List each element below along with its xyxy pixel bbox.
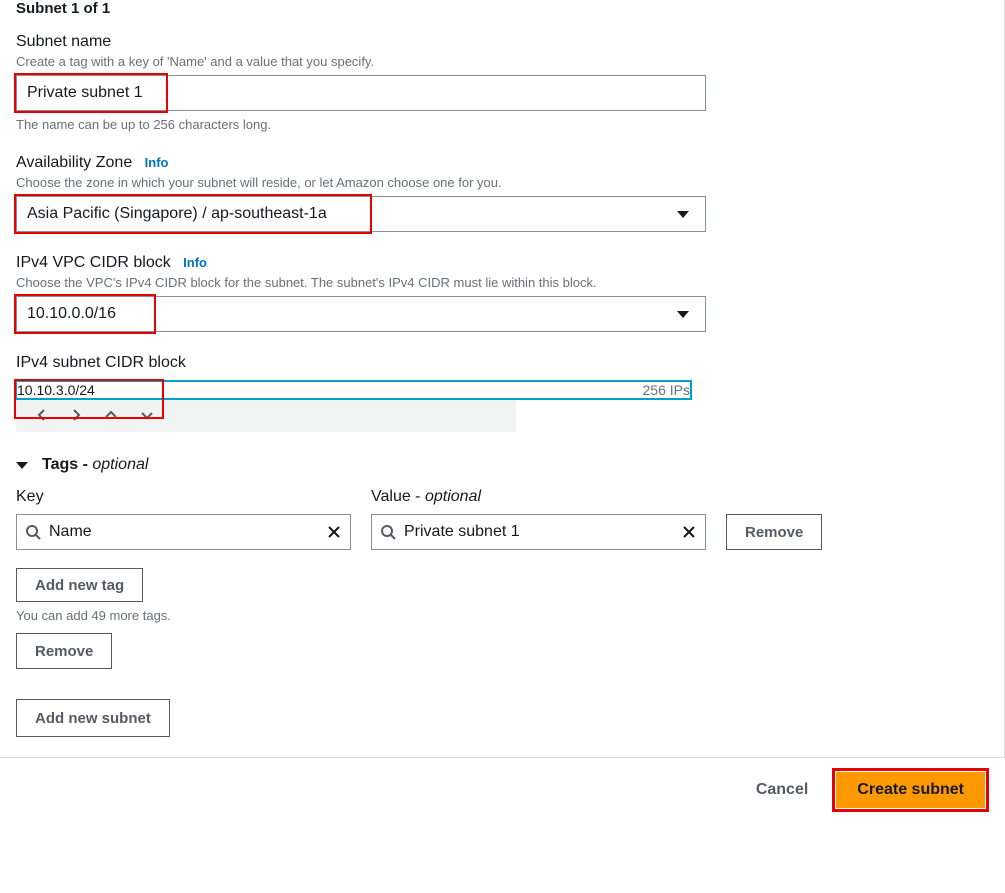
- remove-subnet-button[interactable]: Remove: [16, 633, 112, 669]
- clear-icon[interactable]: [681, 524, 697, 540]
- tag-value-input-wrap[interactable]: [371, 514, 706, 550]
- caret-down-icon: [16, 462, 28, 469]
- subnet-counter-title: Subnet 1 of 1: [16, 0, 984, 17]
- remove-tag-button[interactable]: Remove: [726, 514, 822, 550]
- cidr-stepper-row: [16, 398, 516, 432]
- search-icon: [380, 524, 396, 540]
- tag-limit-text: You can add 49 more tags.: [16, 608, 984, 623]
- vpc-cidr-value: 10.10.0.0/16: [27, 305, 116, 323]
- chevron-down-icon: [677, 311, 689, 318]
- tags-toggle[interactable]: Tags - optional: [16, 456, 984, 474]
- subnet-cidr-ipcount: 256 IPs: [643, 382, 690, 398]
- tags-title: Tags - optional: [42, 456, 148, 474]
- az-info-link[interactable]: Info: [145, 155, 169, 170]
- chevron-left-icon[interactable]: [36, 408, 48, 422]
- vpc-cidr-label: IPv4 VPC CIDR block Info: [16, 254, 984, 272]
- vpc-cidr-select[interactable]: 10.10.0.0/16: [16, 296, 706, 332]
- vpc-cidr-info-link[interactable]: Info: [183, 255, 207, 270]
- tag-value-input[interactable]: [404, 523, 673, 541]
- az-label: Availability Zone Info: [16, 154, 984, 172]
- vpc-cidr-desc: Choose the VPC's IPv4 CIDR block for the…: [16, 275, 984, 290]
- cancel-button[interactable]: Cancel: [742, 775, 822, 805]
- subnet-cidr-value: 10.10.3.0/24: [17, 382, 95, 398]
- footer-bar: Cancel Create subnet: [0, 757, 1005, 822]
- add-new-subnet-button[interactable]: Add new subnet: [16, 699, 170, 737]
- chevron-down-icon[interactable]: [140, 409, 154, 421]
- subnet-cidr-input[interactable]: 10.10.3.0/24 256 IPs: [16, 381, 691, 399]
- az-select-value: Asia Pacific (Singapore) / ap-southeast-…: [27, 205, 327, 223]
- chevron-right-icon[interactable]: [70, 408, 82, 422]
- clear-icon[interactable]: [326, 524, 342, 540]
- az-desc: Choose the zone in which your subnet wil…: [16, 175, 984, 190]
- subnet-name-below: The name can be up to 256 characters lon…: [16, 117, 984, 132]
- chevron-up-icon[interactable]: [104, 409, 118, 421]
- search-icon: [25, 524, 41, 540]
- add-new-tag-button[interactable]: Add new tag: [16, 568, 143, 602]
- subnet-cidr-label: IPv4 subnet CIDR block: [16, 354, 984, 372]
- tag-key-label: Key: [16, 488, 351, 506]
- az-select[interactable]: Asia Pacific (Singapore) / ap-southeast-…: [16, 196, 706, 232]
- tag-key-input[interactable]: [49, 523, 318, 541]
- tag-key-input-wrap[interactable]: [16, 514, 351, 550]
- subnet-name-label: Subnet name: [16, 33, 984, 51]
- subnet-name-input[interactable]: [16, 75, 706, 111]
- create-subnet-button[interactable]: Create subnet: [836, 772, 985, 808]
- tag-value-label: Value - optional: [371, 488, 706, 506]
- subnet-name-desc: Create a tag with a key of 'Name' and a …: [16, 54, 984, 69]
- chevron-down-icon: [677, 211, 689, 218]
